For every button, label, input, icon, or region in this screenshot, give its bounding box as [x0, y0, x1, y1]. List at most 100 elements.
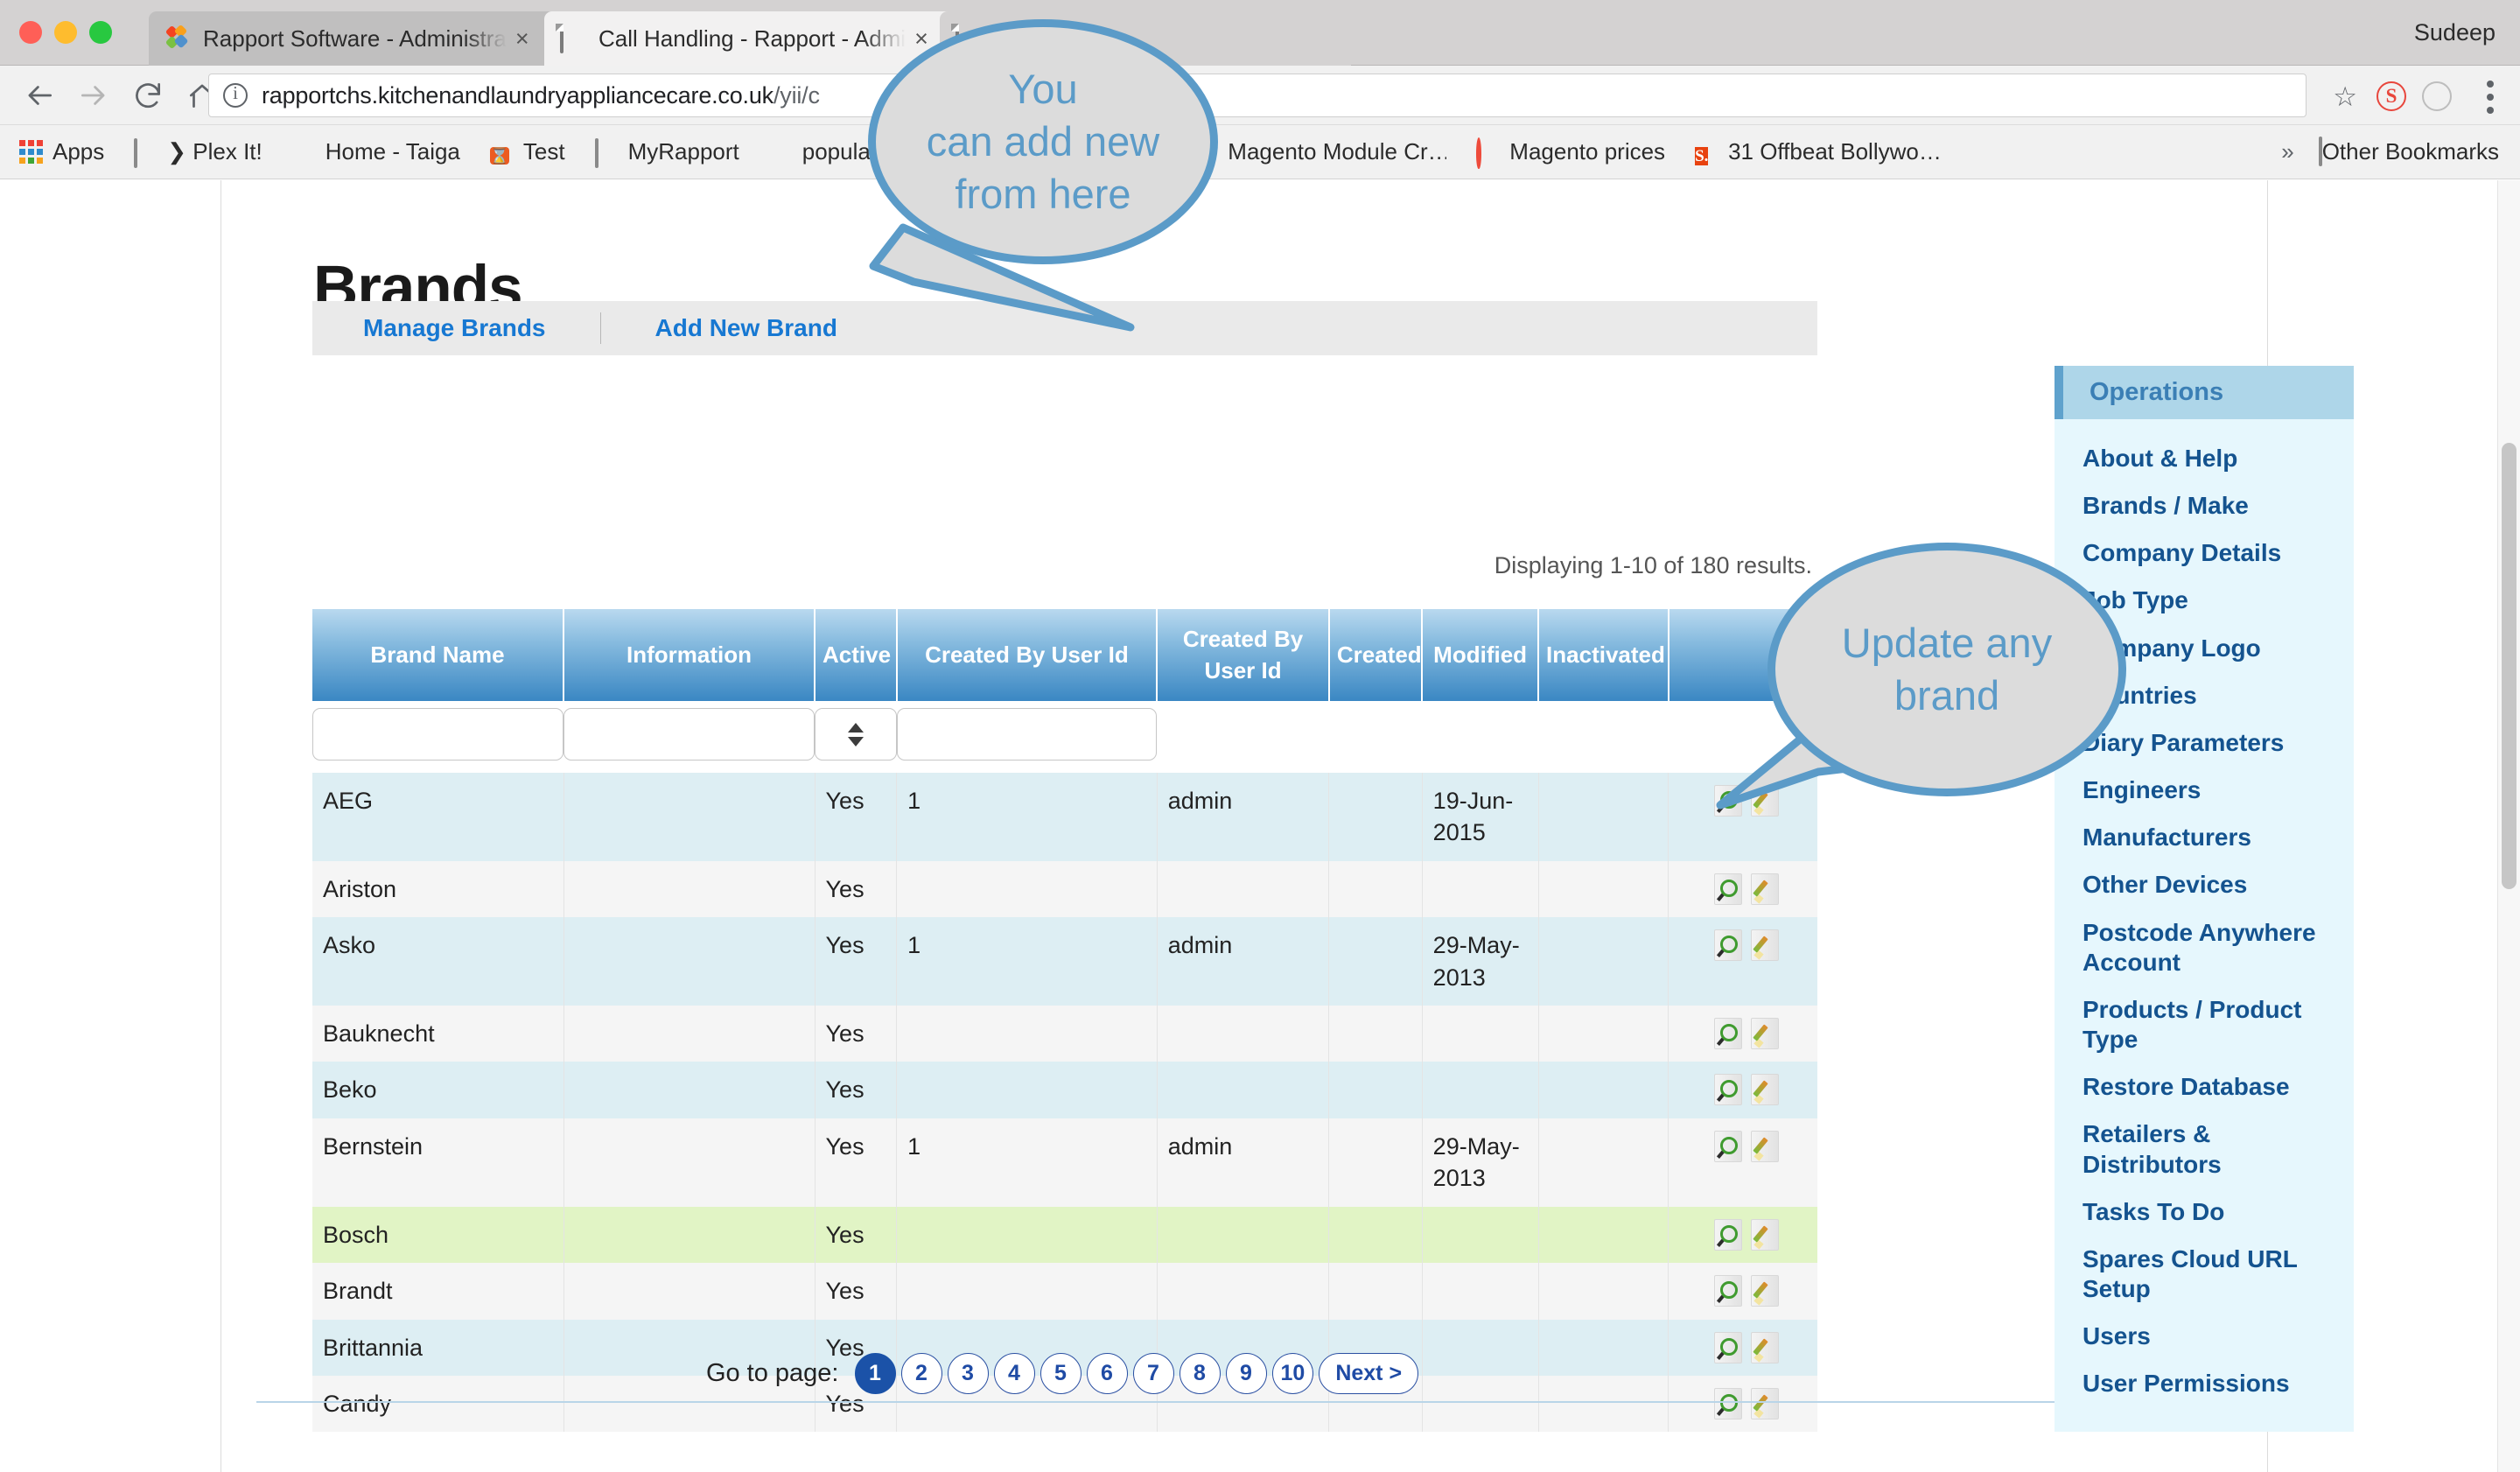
table-row[interactable]: Asko Yes 1 admin 29-May-2013 — [312, 917, 1817, 1006]
edit-pencil-icon[interactable] — [1751, 1017, 1780, 1049]
minimize-window-button[interactable] — [54, 21, 77, 44]
column-header-information[interactable]: Information — [564, 609, 816, 701]
address-bar[interactable]: rapportchs.kitchenandlaundryappliancecar… — [208, 74, 2306, 117]
view-magnifier-icon[interactable] — [1714, 1017, 1743, 1049]
add-new-brand-link[interactable]: Add New Brand — [655, 314, 837, 342]
bookmark-plex-it[interactable]: ❯ Plex It! — [134, 137, 262, 168]
browser-tab-third[interactable] — [940, 11, 1351, 66]
column-header-created-by-user[interactable]: Created By User Id — [1157, 609, 1330, 701]
extension-second-icon[interactable] — [2422, 81, 2452, 111]
bookmark-31-offbeat-bollywood[interactable]: S. 31 Offbeat Bollywo… — [1695, 138, 1942, 165]
close-icon[interactable]: × — [914, 25, 928, 53]
column-header-created-by-user-id[interactable]: Created By User Id — [896, 609, 1158, 701]
column-header-brand-name[interactable]: Brand Name — [312, 609, 565, 701]
window-traffic-lights[interactable] — [19, 21, 112, 44]
sidebar-item-user-permissions[interactable]: User Permissions — [2082, 1360, 2334, 1407]
table-row[interactable]: Brandt Yes — [312, 1263, 1817, 1320]
sidebar-item-manufacturers[interactable]: Manufacturers — [2082, 814, 2334, 861]
sidebar-item-tasks-to-do[interactable]: Tasks To Do — [2082, 1188, 2334, 1236]
view-magnifier-icon[interactable] — [1714, 1130, 1743, 1162]
sidebar-item-postcode-anywhere-account[interactable]: Postcode Anywhere Account — [2082, 909, 2334, 986]
view-magnifier-icon[interactable] — [1714, 1074, 1743, 1106]
edit-pencil-icon[interactable] — [1751, 1130, 1780, 1162]
sidebar-item-spares-cloud-url-setup[interactable]: Spares Cloud URL Setup — [2082, 1236, 2334, 1313]
edit-pencil-icon[interactable] — [1751, 873, 1780, 905]
sidebar-item-job-type[interactable]: Job Type — [2082, 577, 2334, 624]
page-button-4[interactable]: 4 — [993, 1353, 1035, 1394]
sidebar-item-products-product-type[interactable]: Products / Product Type — [2082, 986, 2334, 1063]
manage-brands-link[interactable]: Manage Brands — [363, 314, 546, 342]
sidebar-item-company-logo[interactable]: Company Logo — [2082, 625, 2334, 672]
column-header-created[interactable]: Created — [1328, 609, 1424, 701]
site-info-icon[interactable] — [223, 82, 248, 108]
sidebar-item-restore-database[interactable]: Restore Database — [2082, 1063, 2334, 1111]
sidebar-item-about-help[interactable]: About & Help — [2082, 435, 2334, 482]
sidebar-item-other-devices[interactable]: Other Devices — [2082, 861, 2334, 908]
table-row[interactable]: Bernstein Yes 1 admin 29-May-2013 — [312, 1118, 1817, 1207]
back-icon[interactable] — [12, 66, 66, 125]
bookmark-test[interactable]: ⌛ Test — [489, 138, 565, 165]
filter-created-by-user-id-input[interactable] — [896, 707, 1158, 761]
view-magnifier-icon[interactable] — [1714, 1275, 1743, 1307]
view-magnifier-icon[interactable] — [1714, 929, 1743, 962]
sidebar-item-diary-parameters[interactable]: Diary Parameters — [2082, 719, 2334, 767]
browser-tab-rapport-software[interactable]: Rapport Software - Administra × — [149, 11, 570, 66]
sidebar-item-brands-make[interactable]: Brands / Make — [2082, 482, 2334, 529]
filter-cell-empty-5 — [1668, 700, 1817, 773]
edit-pencil-icon[interactable] — [1751, 1275, 1780, 1307]
column-header-inactivated[interactable]: Inactivated — [1538, 609, 1670, 701]
other-bookmarks-button[interactable]: Other Bookmarks — [2318, 137, 2499, 166]
page-button-1[interactable]: 1 — [854, 1353, 896, 1394]
extension-magento-icon[interactable]: S — [2376, 81, 2406, 111]
edit-pencil-icon[interactable] — [1751, 784, 1780, 817]
bookmarks-overflow-icon[interactable]: » — [2281, 138, 2293, 165]
page-button-5[interactable]: 5 — [1040, 1353, 1082, 1394]
sidebar-item-retailers-distributors[interactable]: Retailers & Distributors — [2082, 1111, 2334, 1188]
table-row[interactable]: Bosch Yes — [312, 1206, 1817, 1264]
forward-icon[interactable] — [66, 66, 121, 125]
edit-pencil-icon[interactable] — [1751, 929, 1780, 962]
table-row[interactable]: AEG Yes 1 admin 19-Jun-2015 — [312, 772, 1817, 861]
view-magnifier-icon[interactable] — [1714, 784, 1743, 817]
page-button-9[interactable]: 9 — [1225, 1353, 1267, 1394]
sidebar-item-company-details[interactable]: Company Details — [2082, 529, 2334, 577]
close-window-button[interactable] — [19, 21, 42, 44]
page-button-8[interactable]: 8 — [1179, 1353, 1221, 1394]
maximize-window-button[interactable] — [89, 21, 112, 44]
bookmark-myrapport[interactable]: MyRapport — [594, 137, 739, 168]
reload-icon[interactable] — [121, 66, 175, 125]
bookmark-star-icon[interactable]: ☆ — [2333, 83, 2357, 110]
table-row[interactable]: Beko Yes — [312, 1062, 1817, 1118]
sidebar-item-countries[interactable]: Countries — [2082, 672, 2334, 719]
bookmark-popular[interactable]: popular- — [769, 138, 886, 165]
table-row[interactable]: Bauknecht Yes — [312, 1005, 1817, 1062]
bookmark-apps[interactable]: Apps — [19, 138, 104, 165]
page-button-10[interactable]: 10 — [1271, 1353, 1314, 1394]
bookmark-magento-development[interactable]: Magento developm… — [915, 137, 1165, 169]
column-header-modified[interactable]: Modified — [1422, 609, 1540, 701]
page-scrollbar[interactable] — [2497, 180, 2520, 1472]
edit-pencil-icon[interactable] — [1751, 1218, 1780, 1251]
browser-menu-icon[interactable] — [2487, 81, 2494, 120]
filter-information-input[interactable] — [564, 707, 816, 761]
bookmark-magento-module-create[interactable]: S Magento Module Cr… — [1194, 138, 1446, 165]
filter-brand-name-input[interactable] — [312, 707, 564, 761]
scrollbar-thumb[interactable] — [2502, 443, 2516, 889]
page-button-3[interactable]: 3 — [947, 1353, 989, 1394]
close-icon[interactable]: × — [515, 25, 529, 53]
bookmark-home-taiga[interactable]: Home - Taiga — [292, 138, 460, 165]
sidebar-item-engineers[interactable]: Engineers — [2082, 767, 2334, 814]
sidebar-item-users[interactable]: Users — [2082, 1313, 2334, 1360]
filter-active-stepper[interactable] — [815, 707, 897, 761]
browser-tab-call-handling[interactable]: Call Handling - Rapport - Admi × — [544, 11, 966, 66]
table-row[interactable]: Ariston Yes — [312, 860, 1817, 918]
bookmark-magento-prices[interactable]: Magento prices — [1476, 137, 1665, 169]
view-magnifier-icon[interactable] — [1714, 1218, 1743, 1251]
page-next-button[interactable]: Next > — [1319, 1353, 1419, 1394]
page-button-2[interactable]: 2 — [900, 1353, 942, 1394]
view-magnifier-icon[interactable] — [1714, 873, 1743, 905]
edit-pencil-icon[interactable] — [1751, 1074, 1780, 1106]
column-header-active[interactable]: Active — [815, 609, 898, 701]
page-button-7[interactable]: 7 — [1132, 1353, 1174, 1394]
page-button-6[interactable]: 6 — [1086, 1353, 1128, 1394]
